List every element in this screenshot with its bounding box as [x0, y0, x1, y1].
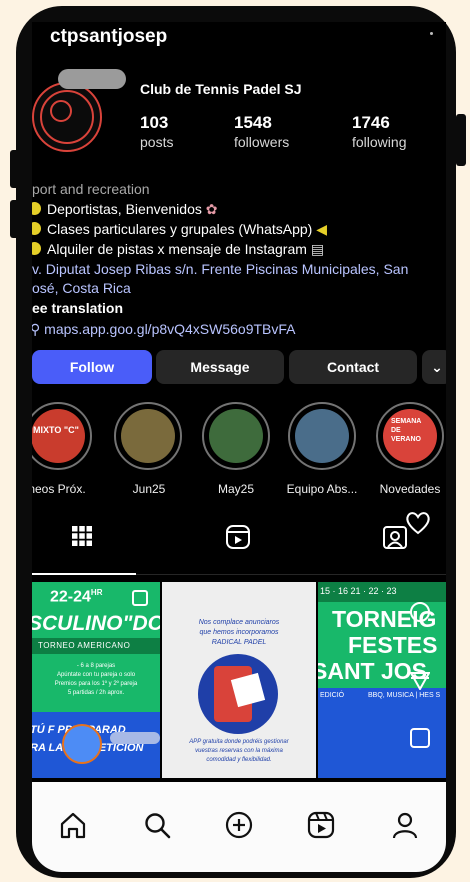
profile-icon[interactable]	[390, 810, 420, 840]
note-bubble[interactable]	[58, 69, 126, 89]
reels-nav-icon[interactable]	[306, 810, 336, 840]
emoji-icon	[32, 222, 41, 235]
filter-overlay-icon[interactable]	[409, 672, 431, 692]
followers-count[interactable]: 1548	[234, 113, 272, 133]
post-thumbnail[interactable]: 22-24HR SCULINO"DC TORNEO AMERICANO - 6 …	[32, 582, 160, 778]
post-dates: 15 · 16 21 · 22 · 23	[320, 586, 397, 596]
avatar[interactable]	[32, 82, 102, 152]
posts-count[interactable]: 103	[140, 113, 168, 133]
post-title: SCULINO"DC	[32, 612, 160, 635]
circle-overlay-icon[interactable]	[410, 602, 430, 622]
highlight-cover	[295, 409, 349, 463]
profile-display-name: Club de Tennis Padel SJ	[140, 81, 302, 97]
suggested-accounts-button[interactable]: ⌄	[422, 350, 446, 384]
reels-tab[interactable]	[225, 524, 251, 550]
contact-button[interactable]: Contact	[289, 350, 417, 384]
posts-label[interactable]: posts	[140, 134, 173, 150]
bio-address[interactable]: osé, Costa Rica	[32, 280, 131, 296]
story-highlight[interactable]: SEMANA DE VERANO	[376, 402, 444, 470]
link-icon: ⚲	[32, 321, 41, 337]
phone-side-button	[10, 200, 20, 238]
highlight-cover-text: SEMANA DE VERANO	[391, 418, 422, 443]
post-title: FESTES	[348, 632, 438, 658]
following-label[interactable]: following	[352, 134, 406, 150]
followers-label[interactable]: followers	[234, 134, 289, 150]
search-icon[interactable]	[142, 810, 172, 840]
bio-text: Alquiler de pistas x mensaje de Instagra…	[47, 241, 307, 257]
square-overlay-icon[interactable]	[410, 728, 430, 748]
highlight-label[interactable]: May25	[191, 482, 281, 496]
post-subtitle: TORNEO AMERICANO	[38, 641, 131, 650]
message-button[interactable]: Message	[156, 350, 284, 384]
home-icon[interactable]	[58, 810, 88, 840]
create-post-icon[interactable]	[224, 810, 254, 840]
story-highlight[interactable]: MIXTO "C"	[32, 402, 92, 470]
highlight-cover	[121, 409, 175, 463]
phone-side-button	[10, 150, 20, 188]
follow-button[interactable]: Follow	[32, 350, 152, 384]
story-highlight[interactable]	[288, 402, 356, 470]
floating-circle-icon[interactable]	[62, 724, 102, 764]
instagram-profile-screen: ctpsantjosep Club de Tennis Padel SJ 103…	[32, 22, 446, 872]
party-emoji-icon: ✿	[205, 201, 218, 217]
post-tag: EDICIÓ	[320, 692, 345, 699]
bio-link[interactable]: ⚲ maps.app.goo.gl/p8vQ4xSW56o9TBvFA	[32, 321, 296, 338]
bio-category: port and recreation	[32, 181, 150, 197]
heart-icon[interactable]	[404, 508, 432, 536]
more-options-icon[interactable]	[430, 32, 433, 35]
tennis-ball-icon	[50, 100, 72, 122]
floating-pill	[110, 732, 160, 744]
phone-side-button	[456, 114, 466, 166]
reels-icon	[226, 525, 250, 549]
grid-icon	[72, 526, 92, 546]
highlight-cover	[209, 409, 263, 463]
highlight-cover: MIXTO "C"	[32, 409, 85, 463]
emoji-icon	[32, 202, 41, 215]
highlight-label[interactable]: neos Próx.	[32, 482, 102, 496]
following-count[interactable]: 1746	[352, 113, 390, 133]
grid-tab[interactable]	[70, 524, 94, 548]
story-highlight[interactable]	[202, 402, 270, 470]
profile-username[interactable]: ctpsantjosep	[50, 26, 167, 48]
post-tag: BBQ, MUSICA | HES S	[368, 692, 441, 699]
post-app-text: APP gratuita donde podréis gestionar vues…	[189, 739, 289, 763]
story-highlight[interactable]	[114, 402, 182, 470]
highlight-cover: SEMANA DE VERANO	[383, 409, 437, 463]
bio-line: Alquiler de pistas x mensaje de Instagra…	[32, 241, 324, 258]
bio-text: Clases particulares y grupales (WhatsApp…	[47, 221, 313, 237]
post-announcement: Nos complace anunciaros que hemos incorpo…	[198, 619, 280, 646]
bio-address[interactable]: v. Diputat Josep Ribas s/n. Frente Pisci…	[32, 261, 408, 277]
highlight-label[interactable]: Equipo Abs...	[277, 482, 367, 496]
carousel-icon	[132, 590, 148, 606]
bio-line: Clases particulares y grupales (WhatsApp…	[32, 221, 327, 238]
post-date: 22-24HR	[50, 588, 103, 606]
active-tab-indicator	[32, 573, 136, 575]
post-thumbnail[interactable]: 15 · 16 21 · 22 · 23 TORNEIG FESTES SANT…	[318, 582, 446, 778]
post-thumbnail[interactable]: Nos complace anunciaros que hemos incorpo…	[162, 582, 316, 778]
see-translation-link[interactable]: ee translation	[32, 300, 123, 316]
pointing-emoji-icon: ◀	[316, 221, 328, 237]
bio-line: Deportistas, Bienvenidos ✿	[32, 201, 218, 218]
emoji-icon	[32, 242, 41, 255]
bio-link-text[interactable]: maps.app.goo.gl/p8vQ4xSW56o9TBvFA	[44, 321, 295, 337]
post-info: - 6 a 8 parejas Apúntate con tu pareja o …	[54, 663, 138, 696]
highlight-cover-text: MIXTO "C"	[33, 425, 79, 435]
bio-text: Deportistas, Bienvenidos	[47, 201, 202, 217]
calendar-emoji-icon: ▤	[310, 241, 325, 257]
highlight-label[interactable]: Novedades	[365, 482, 446, 496]
highlight-label[interactable]: Jun25	[104, 482, 194, 496]
